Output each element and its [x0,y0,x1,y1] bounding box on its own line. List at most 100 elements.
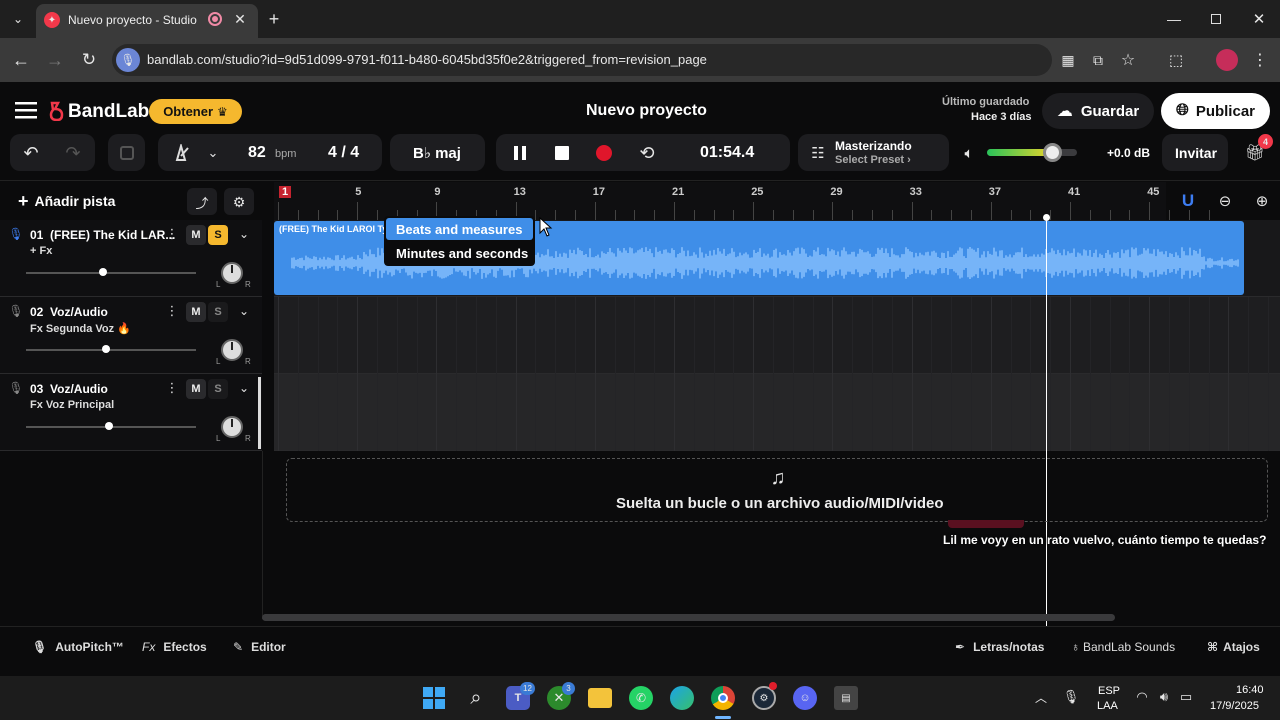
pan-knob[interactable] [221,416,243,438]
track-volume-knob[interactable] [99,268,107,276]
track-name[interactable]: Voz/Audio [50,305,108,319]
profile-avatar[interactable] [1216,49,1238,71]
master-volume-knob[interactable] [1043,143,1062,162]
record-icon[interactable] [594,143,614,163]
new-tab-icon[interactable]: + [264,9,284,29]
playhead-line[interactable] [1046,216,1047,626]
timeline-ruler[interactable]: 1 5 9 13 17 21 25 29 33 37 41 45 [274,182,1210,220]
track-fx[interactable]: + Fx [30,245,52,257]
discord-icon[interactable]: ☺ [793,686,817,710]
reload-icon[interactable]: ↻ [78,49,100,71]
drop-zone[interactable]: ♫ Suelta un bucle o un archivo audio/MID… [286,458,1268,522]
track-options-icon[interactable]: ⋮ [166,303,179,319]
pan-knob[interactable] [221,339,243,361]
browser-tab[interactable]: ✦ Nuevo proyecto - Studio ✕ [36,4,258,38]
mute-button[interactable]: M [186,302,206,322]
stop-icon[interactable] [552,143,572,163]
close-window-icon[interactable]: ✕ [1249,9,1269,29]
track-header[interactable]: 🎙︎ 03 Voz/Audio Fx Voz Principal ⋮ M S ⌄ L R [0,374,262,451]
project-title[interactable]: Nuevo proyecto [586,102,707,120]
save-button[interactable]: ☁ Guardar [1042,93,1154,129]
language-line-2[interactable]: LAA [1097,700,1118,712]
loop-icon[interactable]: ⟲ [636,142,658,164]
track-fx[interactable]: Fx Segunda Voz 🔥 [30,322,131,335]
site-permissions-icon[interactable]: 🎙 [116,48,140,72]
mute-button[interactable]: M [186,379,206,399]
wifi-icon[interactable]: ◠ [1133,688,1151,706]
playhead-time[interactable]: 01:54.4 [700,144,754,162]
tab-list-icon[interactable]: ⌄ [8,9,28,29]
url-field[interactable]: 🎙 bandlab.com/studio?id=9d51d099-9791-f0… [112,44,1052,76]
invite-button[interactable]: Invitar [1162,134,1228,171]
timeline-scrollbar[interactable] [262,614,1115,621]
bookmark-star-icon[interactable]: ☆ [1118,50,1138,70]
game-app-icon[interactable]: ▤ [834,686,858,710]
search-icon[interactable]: ⌕ [464,686,488,710]
clock-date[interactable]: 17/9/2025 [1210,700,1259,712]
solo-button[interactable]: S [208,302,228,322]
browser-menu-icon[interactable]: ⋮ [1250,50,1270,70]
chrome-icon[interactable] [711,686,735,710]
autopitch-button[interactable]: 🎙︎ AutoPitch™ [32,640,124,654]
edge-icon[interactable] [670,686,694,710]
pause-icon[interactable] [510,143,530,163]
volume-tray-icon[interactable]: 🔊︎ [1155,688,1173,706]
playhead-handle[interactable] [1043,214,1050,221]
track-name[interactable]: (FREE) The Kid LAR... [50,228,175,242]
clock-time[interactable]: 16:40 [1236,684,1264,696]
obtener-button[interactable]: Obtener ♛ [149,99,242,124]
tracks-scroll-indicator[interactable] [258,377,261,449]
track-name[interactable]: Voz/Audio [50,382,108,396]
lyrics-button[interactable]: ✒ Letras/notas [955,640,1044,654]
template-button[interactable] [108,134,145,171]
file-explorer-icon[interactable] [588,688,612,708]
show-hidden-icons-chevron[interactable]: ︿ [1032,688,1050,706]
solo-button[interactable]: S [208,225,228,245]
key-button[interactable]: B♭ maj [390,134,485,171]
menu-option-beats[interactable]: Beats and measures [386,218,533,240]
track-options-icon[interactable]: ⋮ [166,226,179,242]
install-app-icon[interactable]: ⧉ [1088,50,1108,70]
minimize-icon[interactable]: — [1164,9,1184,29]
no-tracking-icon[interactable]: ▦ [1058,50,1078,70]
editor-button[interactable]: ✎ Editor [233,640,286,654]
track-volume-knob[interactable] [102,345,110,353]
mute-button[interactable]: M [186,225,206,245]
snap-magnet-icon[interactable]: U [1177,190,1199,212]
hamburger-menu-icon[interactable] [14,98,38,122]
effects-button[interactable]: Fx Efectos [142,640,207,654]
metronome-options-chevron-icon[interactable]: ⌄ [204,144,222,162]
track-mixer-button[interactable]: ⚙ [224,188,254,215]
track-header[interactable]: 🎙︎ 01 (FREE) The Kid LAR... + Fx ⋮ M S ⌄ L R [0,220,262,297]
track-volume-slider[interactable] [26,272,196,274]
bpm-value[interactable]: 82 [248,144,266,162]
publish-button[interactable]: 🌐︎ Publicar [1161,93,1270,129]
undo-icon[interactable]: ↶ [20,142,42,164]
zoom-out-icon[interactable]: ⊖ [1214,190,1236,212]
chevron-down-icon[interactable]: ⌄ [236,226,252,242]
mastering-button[interactable]: ☷ Masterizando Select Preset › [798,134,949,171]
add-track-button[interactable]: + Añadir pista [10,186,125,216]
extensions-icon[interactable]: ⬚ [1166,50,1186,70]
forward-icon[interactable]: → [44,49,66,71]
back-icon[interactable]: ← [10,49,32,71]
pan-knob[interactable] [221,262,243,284]
automation-button[interactable]: ⤴ [187,188,217,215]
whatsapp-icon[interactable]: ✆ [629,686,653,710]
bandlab-sounds-button[interactable]: ♁ BandLab Sounds [1071,640,1175,654]
microphone-tray-icon[interactable]: 🎙︎ [1062,688,1080,706]
time-signature[interactable]: 4 / 4 [328,144,359,162]
language-line-1[interactable]: ESP [1098,685,1120,697]
track-header[interactable]: 🎙︎ 02 Voz/Audio Fx Segunda Voz 🔥 ⋮ M S ⌄ L R [0,297,262,374]
chevron-down-icon[interactable]: ⌄ [236,303,252,319]
redo-icon[interactable]: ↷ [62,142,84,164]
track-lane-3[interactable] [274,374,1280,451]
restore-icon[interactable] [1206,9,1226,29]
speaker-icon[interactable]: 🔈︎ [958,142,980,164]
metronome-icon[interactable] [170,142,192,164]
master-volume-slider[interactable] [987,143,1077,162]
close-tab-icon[interactable]: ✕ [232,11,248,27]
track-lane-2[interactable] [274,297,1280,374]
track-volume-slider[interactable] [26,349,196,351]
battery-icon[interactable]: ▭ [1177,688,1195,706]
